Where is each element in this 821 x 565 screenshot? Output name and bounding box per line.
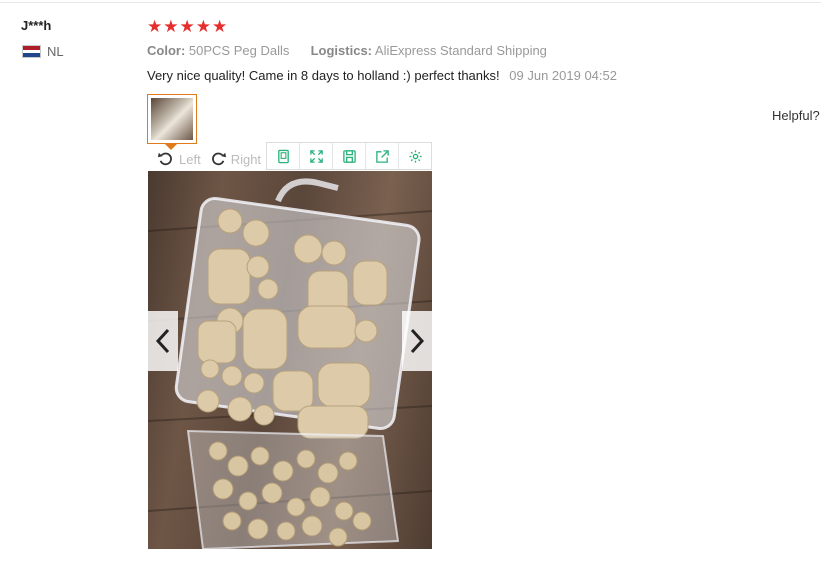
- order-attributes: Color: 50PCS Peg Dalls Logistics: AliExp…: [147, 43, 547, 58]
- chevron-left-icon: [155, 328, 170, 354]
- peg-dolls-photo-illustration: [148, 178, 432, 549]
- rotate-right-button[interactable]: Right: [231, 152, 261, 167]
- star-icon: ★: [163, 17, 179, 36]
- reviewer-name: J***h: [21, 18, 52, 33]
- fullscreen-icon[interactable]: [300, 143, 333, 169]
- share-icon[interactable]: [366, 143, 399, 169]
- star-icon: ★: [195, 17, 211, 36]
- rotate-left-button[interactable]: Left: [179, 152, 201, 167]
- review-text-line: Very nice quality! Came in 8 days to hol…: [147, 68, 617, 83]
- color-value: 50PCS Peg Dalls: [188, 43, 290, 58]
- previous-image-button[interactable]: [148, 311, 178, 371]
- rotate-controls: Left Right: [157, 150, 269, 168]
- thumbnail-image: [151, 98, 193, 140]
- next-image-button[interactable]: [402, 311, 432, 371]
- review-date: 09 Jun 2019 04:52: [509, 68, 617, 83]
- star-icon: ★: [147, 17, 163, 36]
- fit-icon[interactable]: [267, 143, 300, 169]
- color-label: Color:: [147, 43, 186, 58]
- rotate-left-icon[interactable]: [157, 150, 175, 168]
- review-photo: [148, 171, 432, 549]
- star-icon: ★: [212, 17, 228, 36]
- logistics-value: AliExpress Standard Shipping: [374, 43, 547, 58]
- review-photo-thumbnail[interactable]: [147, 94, 197, 144]
- logistics-label: Logistics:: [310, 43, 373, 58]
- star-icon: ★: [179, 17, 195, 36]
- image-toolbar: [266, 142, 432, 170]
- helpful-button[interactable]: Helpful?: [772, 108, 820, 123]
- review-text: Very nice quality! Came in 8 days to hol…: [147, 68, 500, 83]
- country-code: NL: [47, 44, 64, 59]
- chevron-right-icon: [410, 328, 425, 354]
- star-rating: ★ ★ ★ ★ ★: [147, 18, 227, 36]
- rotate-right-icon[interactable]: [209, 150, 227, 168]
- save-icon[interactable]: [333, 143, 366, 169]
- reviewer-country: NL: [22, 44, 64, 59]
- settings-icon[interactable]: [399, 143, 431, 169]
- netherlands-flag-icon: [22, 45, 41, 58]
- top-divider: [0, 2, 821, 3]
